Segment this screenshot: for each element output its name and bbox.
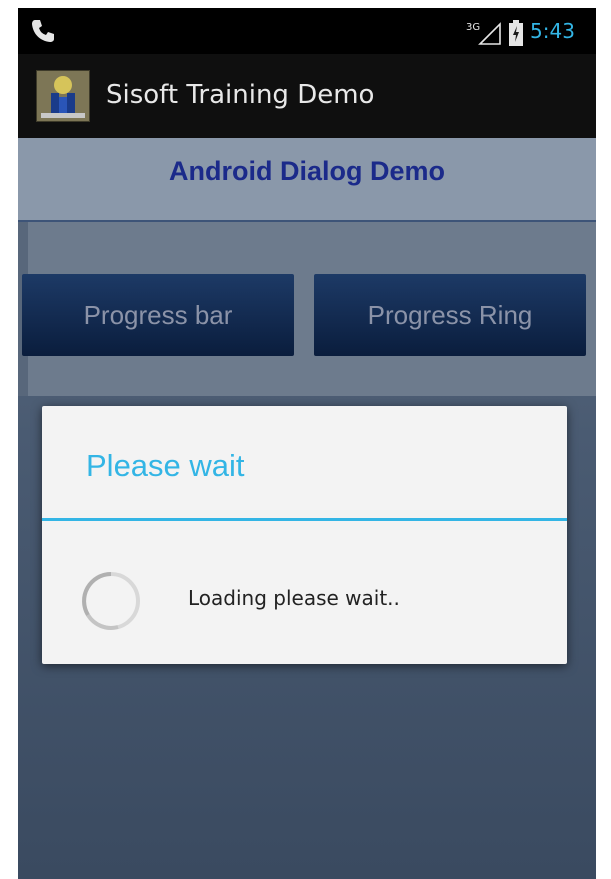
dialog-title: Please wait	[86, 448, 245, 483]
dialog-message: Loading please wait..	[188, 586, 400, 610]
progress-ring-button[interactable]: Progress Ring	[314, 274, 586, 356]
progress-dialog: Please wait Loading please wait..	[42, 406, 567, 664]
battery-icon	[509, 20, 523, 46]
loading-spinner-icon	[82, 572, 140, 630]
android-screen: 3G 5:43 Sisoft Training Demo Android Dia	[18, 8, 596, 879]
app-title: Sisoft Training Demo	[106, 80, 375, 110]
status-bar: 3G 5:43	[18, 8, 596, 54]
status-clock: 5:43	[530, 19, 575, 43]
action-bar: Sisoft Training Demo	[18, 54, 596, 138]
app-logo-icon[interactable]	[36, 70, 90, 122]
progress-bar-button[interactable]: Progress bar	[22, 274, 294, 356]
dialog-divider	[42, 518, 567, 521]
signal-icon: 3G	[466, 22, 501, 45]
phone-icon	[32, 20, 54, 42]
button-panel: Progress bar Progress Ring	[18, 222, 596, 396]
header-strip: Android Dialog Demo	[18, 138, 596, 222]
network-type-label: 3G	[466, 22, 480, 33]
page-heading: Android Dialog Demo	[169, 156, 445, 186]
